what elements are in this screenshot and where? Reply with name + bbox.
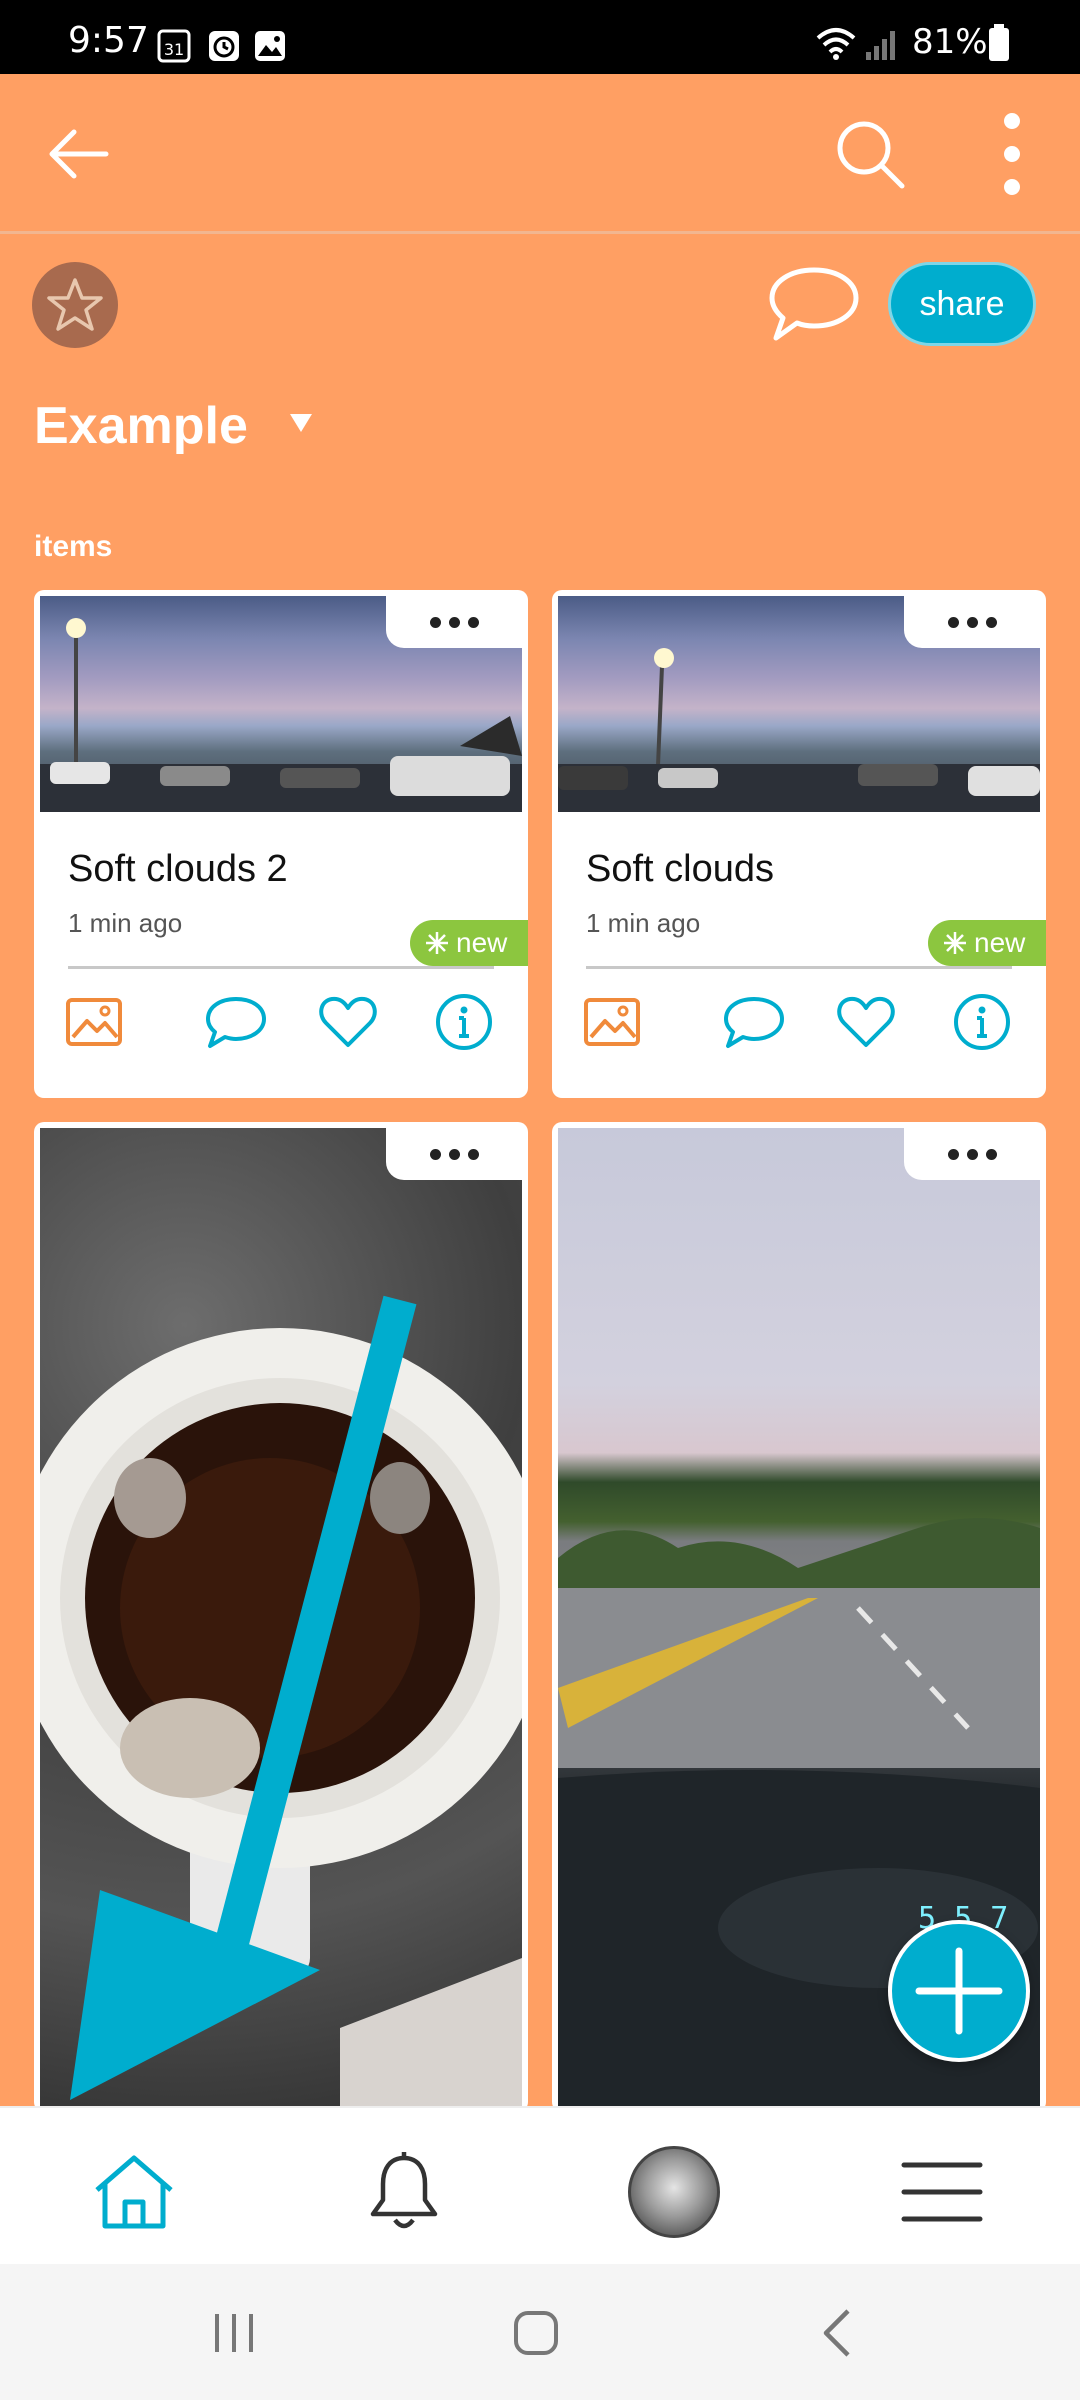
comments-button[interactable]	[766, 262, 862, 348]
gallery-icon	[255, 31, 285, 61]
page-title[interactable]: Example	[34, 396, 248, 456]
heart-icon	[319, 996, 377, 1047]
new-badge-label: new	[456, 927, 508, 958]
search-icon	[837, 121, 905, 189]
nav-home[interactable]	[84, 2142, 184, 2242]
calendar-icon: 31	[157, 29, 191, 63]
item-card[interactable]	[34, 1122, 528, 2112]
app-bar	[0, 74, 1080, 234]
info-icon	[954, 994, 1010, 1050]
divider	[68, 966, 494, 969]
card-more-button[interactable]	[386, 596, 522, 648]
wifi-icon	[816, 28, 856, 60]
card-like-button[interactable]	[834, 990, 898, 1054]
card-title[interactable]: Soft clouds 2	[68, 848, 288, 891]
new-badge: new	[928, 920, 1046, 966]
recent-apps-button[interactable]	[194, 2298, 274, 2368]
bell-icon	[370, 2152, 438, 2229]
comment-icon	[724, 997, 784, 1048]
system-navigation-bar	[0, 2264, 1080, 2400]
more-options-button[interactable]	[972, 113, 1052, 195]
comment-icon	[206, 997, 266, 1048]
alarm-icon	[209, 31, 239, 61]
sparkle-icon	[426, 932, 448, 954]
item-card[interactable]: Soft clouds 1 min ago new	[552, 590, 1046, 1098]
back-button[interactable]	[38, 114, 118, 194]
svg-text:31: 31	[164, 40, 184, 59]
favorite-button[interactable]	[32, 262, 118, 348]
battery-percent: 81%	[912, 22, 988, 62]
status-time: 9:57	[68, 20, 149, 61]
card-more-button[interactable]	[904, 1128, 1040, 1180]
sparkle-icon	[944, 932, 966, 954]
card-more-button[interactable]	[904, 596, 1040, 648]
home-button[interactable]	[496, 2298, 576, 2368]
card-more-button[interactable]	[386, 1128, 522, 1180]
card-image-button[interactable]	[580, 990, 644, 1054]
card-title[interactable]: Soft clouds	[586, 848, 774, 891]
card-timestamp: 1 min ago	[586, 908, 701, 938]
bottom-navigation	[0, 2106, 1080, 2264]
divider	[586, 966, 1012, 969]
home-icon	[95, 2155, 173, 2229]
home-square-icon	[514, 2311, 558, 2355]
info-icon	[436, 994, 492, 1050]
image-icon	[584, 998, 640, 1046]
back-arrow-icon	[49, 129, 109, 179]
status-bar: 9:57 31 81%	[0, 0, 1080, 74]
search-button[interactable]	[830, 114, 910, 194]
share-button[interactable]: share	[888, 262, 1036, 346]
signal-icon	[866, 31, 895, 60]
star-icon	[47, 278, 103, 331]
card-comment-button[interactable]	[204, 990, 268, 1054]
card-image-button[interactable]	[62, 990, 126, 1054]
card-info-button[interactable]	[432, 990, 496, 1054]
card-comment-button[interactable]	[722, 990, 786, 1054]
new-badge: new	[410, 920, 528, 966]
section-label: items	[34, 530, 113, 563]
menu-icon	[901, 2162, 983, 2222]
nav-notifications[interactable]	[354, 2142, 454, 2242]
card-timestamp: 1 min ago	[68, 908, 183, 938]
heart-icon	[837, 996, 895, 1047]
more-vert-icon	[1004, 113, 1020, 195]
title-dropdown-caret[interactable]	[290, 414, 312, 432]
item-card[interactable]: Soft clouds 2 1 min ago new	[34, 590, 528, 1098]
avatar	[628, 2146, 720, 2238]
chevron-left-icon	[823, 2309, 850, 2357]
image-icon	[66, 998, 122, 1046]
plus-icon	[915, 1947, 1003, 2035]
comment-icon	[769, 267, 859, 341]
recents-icon	[215, 2314, 253, 2352]
nav-profile[interactable]	[624, 2142, 724, 2242]
nav-menu[interactable]	[892, 2142, 992, 2242]
item-photo[interactable]	[40, 1128, 522, 2112]
back-button-system[interactable]	[798, 2298, 878, 2368]
battery-icon	[989, 24, 1009, 61]
card-like-button[interactable]	[316, 990, 380, 1054]
add-item-fab[interactable]	[888, 1920, 1030, 2062]
card-info-button[interactable]	[950, 990, 1014, 1054]
new-badge-label: new	[974, 927, 1026, 958]
